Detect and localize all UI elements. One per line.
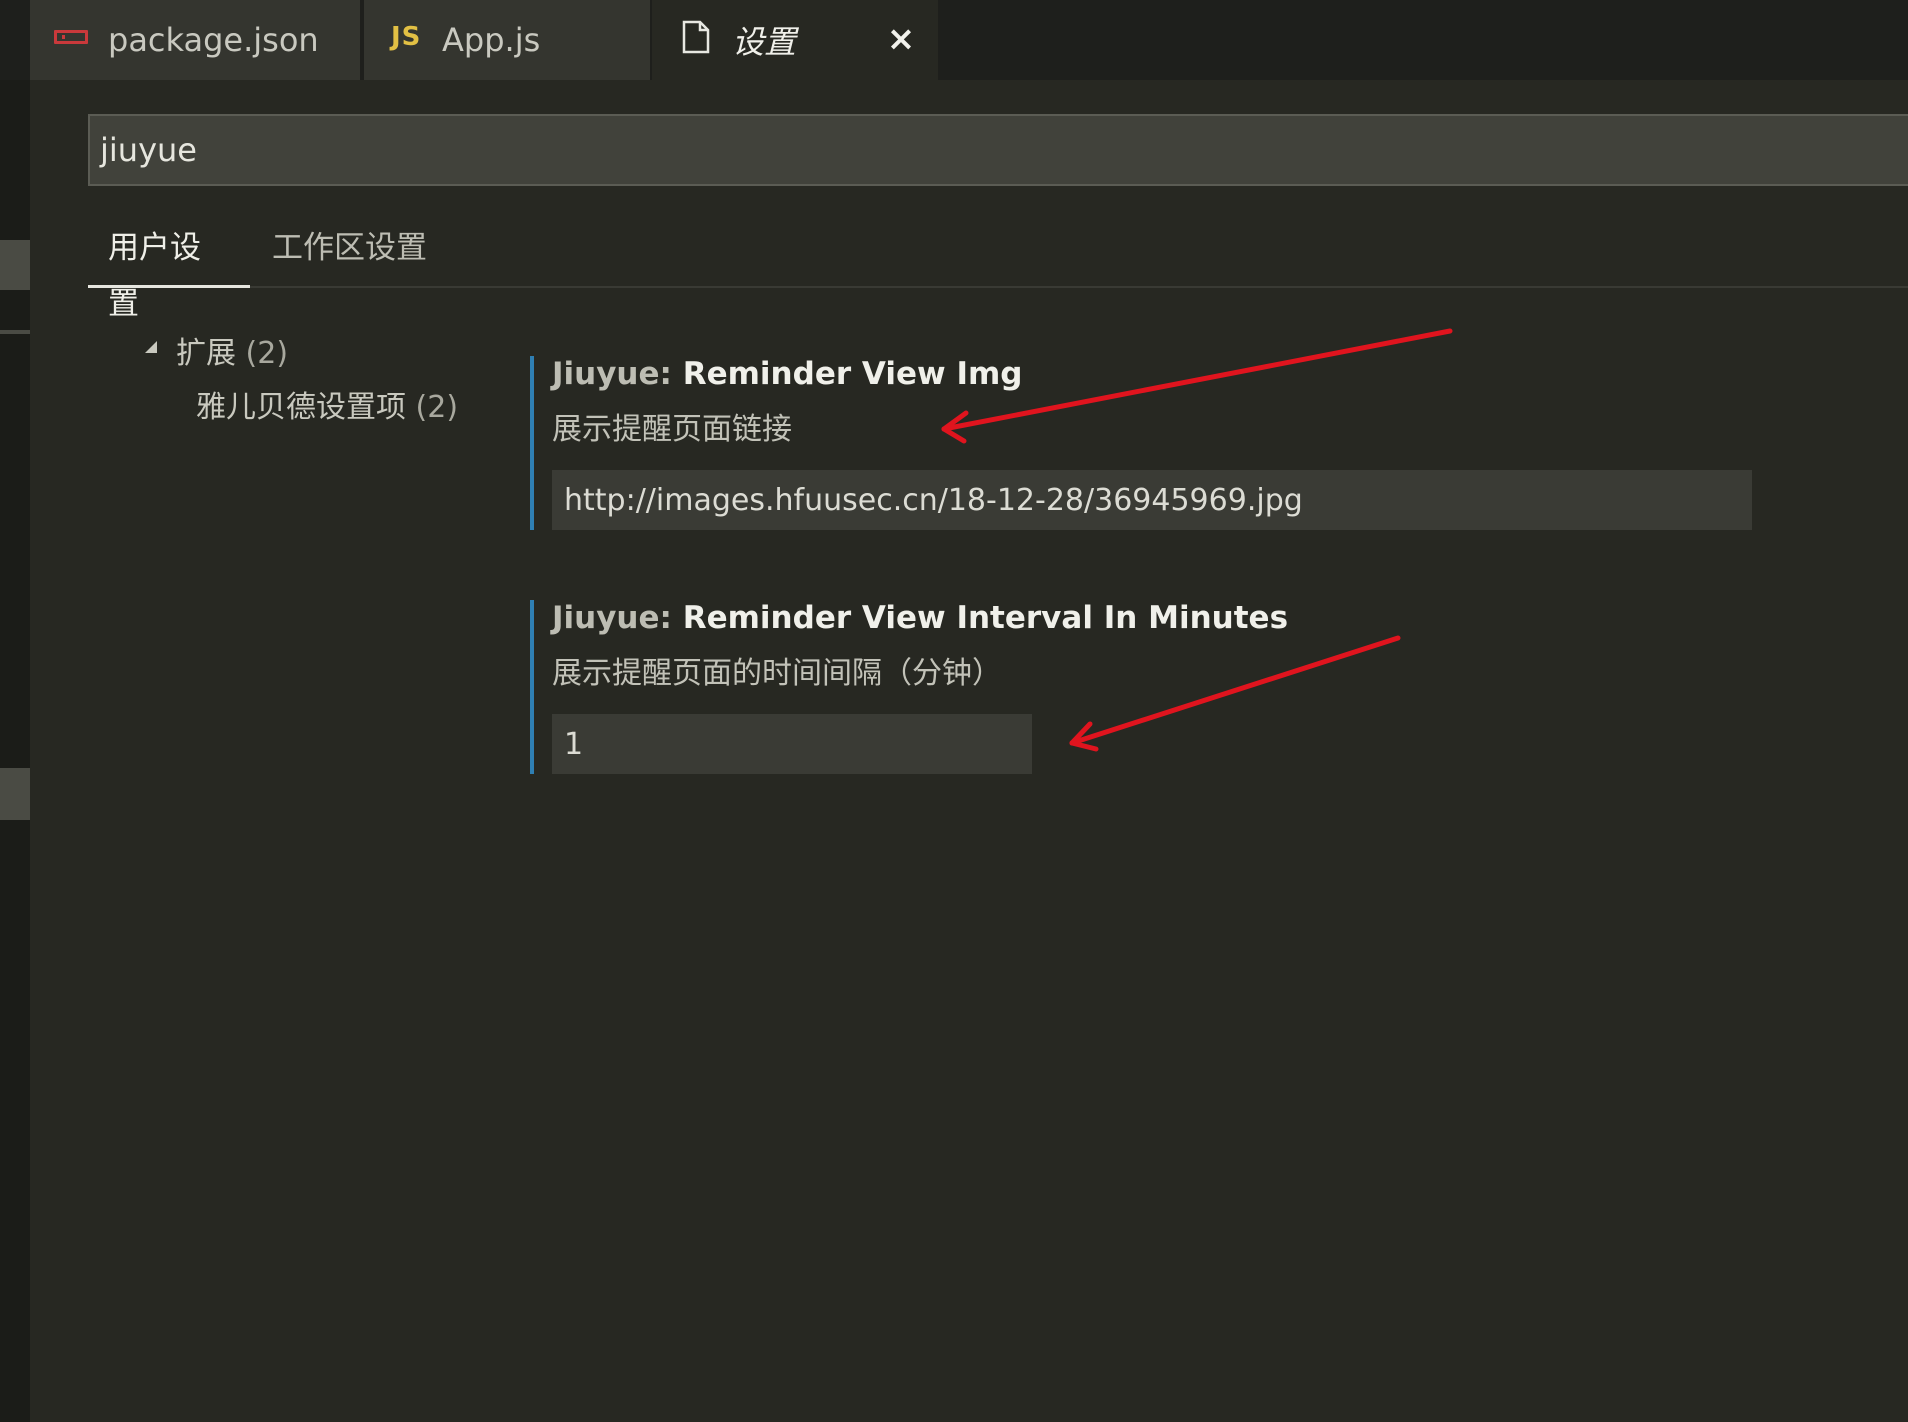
setting-name: Reminder View Img xyxy=(682,356,1023,392)
tab-user-settings[interactable]: 用户设置 xyxy=(88,220,250,322)
search-value: jiuyue xyxy=(100,131,197,169)
tree-item-label: 扩展 xyxy=(176,336,236,371)
setting-reminder-view-img: Jiuyue: Reminder View Img 展示提醒页面链接 http:… xyxy=(530,356,1752,530)
settings-search-input[interactable]: jiuyue xyxy=(88,114,1908,186)
input-value: http://images.hfuusec.cn/18-12-28/369459… xyxy=(564,482,1303,518)
settings-scope-tabs: 用户设置 工作区设置 xyxy=(88,220,1908,322)
setting-value-input[interactable]: 1 xyxy=(552,714,1032,774)
setting-prefix: Jiuyue: xyxy=(552,600,683,636)
editor-tab-bar: package.json JS App.js 设置 × xyxy=(0,0,1908,80)
tab-label: 设置 xyxy=(732,23,797,61)
setting-value-input[interactable]: http://images.hfuusec.cn/18-12-28/369459… xyxy=(552,470,1752,530)
setting-description: 展示提醒页面的时间间隔（分钟） xyxy=(552,656,1002,691)
expand-triangle-icon[interactable] xyxy=(145,341,157,353)
gutter-marker xyxy=(0,768,30,820)
tree-item-extensions[interactable]: 扩展 (2) xyxy=(176,328,288,372)
setting-title: Jiuyue: Reminder View Interval In Minute… xyxy=(552,600,1288,636)
tab-label: App.js xyxy=(442,21,541,59)
tree-item-count: (2) xyxy=(415,390,459,425)
setting-reminder-view-interval: Jiuyue: Reminder View Interval In Minute… xyxy=(530,600,1288,774)
tab-package-json[interactable]: package.json xyxy=(30,0,362,80)
npm-icon xyxy=(54,30,88,44)
js-icon: JS xyxy=(391,22,422,52)
tab-app-js[interactable]: JS App.js xyxy=(364,0,650,80)
setting-title: Jiuyue: Reminder View Img xyxy=(552,356,1752,392)
tab-workspace-settings[interactable]: 工作区设置 xyxy=(252,220,447,288)
setting-prefix: Jiuyue: xyxy=(552,356,683,392)
close-icon[interactable]: × xyxy=(884,20,918,58)
tree-item-label: 雅儿贝德设置项 xyxy=(196,390,406,425)
setting-description: 展示提醒页面链接 xyxy=(552,412,792,447)
tree-item-albedo-settings[interactable]: 雅儿贝德设置项 (2) xyxy=(196,382,458,426)
activity-gutter xyxy=(0,80,30,1422)
tree-item-count: (2) xyxy=(245,336,289,371)
setting-name: Reminder View Interval In Minutes xyxy=(682,600,1289,636)
tab-settings[interactable]: 设置 × xyxy=(652,0,938,80)
gutter-marker xyxy=(0,240,30,290)
tab-label: package.json xyxy=(108,21,319,59)
input-value: 1 xyxy=(564,726,584,762)
gutter-marker xyxy=(0,330,30,334)
file-icon xyxy=(682,20,710,54)
